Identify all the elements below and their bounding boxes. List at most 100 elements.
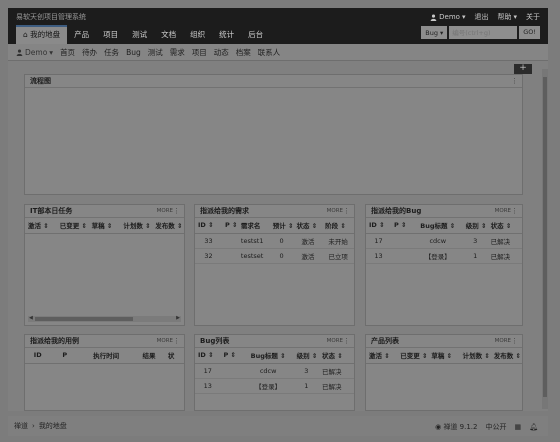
table-row[interactable]: 17 cdcw 3 已解决 bbox=[195, 363, 354, 379]
cell-title[interactable]: cdcw bbox=[412, 233, 463, 249]
column-header[interactable]: 状态 ⇕ bbox=[487, 218, 522, 234]
more-link[interactable]: MORE bbox=[327, 338, 343, 344]
column-header[interactable]: 需求名 bbox=[237, 218, 270, 234]
search-type-select[interactable]: Bug ▾ bbox=[421, 26, 448, 39]
cell-title[interactable]: cdcw bbox=[242, 363, 294, 379]
table-row[interactable]: 17 cdcw 3 已解决 bbox=[366, 233, 522, 249]
column-header[interactable]: 计划数 ⇕ bbox=[120, 218, 153, 234]
scrollbar-thumb[interactable] bbox=[35, 317, 133, 321]
cell-severity: 3 bbox=[462, 233, 488, 249]
column-header[interactable]: P ⇕ bbox=[220, 348, 243, 364]
horizontal-scrollbar[interactable]: ◀ ▶ bbox=[28, 315, 181, 322]
column-header[interactable]: ID ⇕ bbox=[366, 218, 391, 234]
column-header[interactable]: 激活 ⇕ bbox=[25, 218, 57, 234]
table-row[interactable]: 32 testset 0 激活 已立项 bbox=[195, 248, 354, 264]
subnav-item-story[interactable]: 需求 bbox=[170, 47, 185, 58]
more-options-icon[interactable]: ⋮ bbox=[511, 207, 518, 215]
column-header[interactable]: 已变更 ⇕ bbox=[56, 218, 89, 234]
column-header[interactable]: 已变更 ⇕ bbox=[397, 348, 429, 364]
breadcrumb-current[interactable]: 我的地盘 bbox=[39, 421, 67, 431]
column-header[interactable]: 状 bbox=[164, 348, 184, 364]
column-header[interactable]: 状态 ⇕ bbox=[319, 348, 354, 364]
subnav-item-contacts[interactable]: 联系人 bbox=[258, 47, 281, 58]
column-header[interactable]: ID ⇕ bbox=[195, 348, 221, 364]
more-link[interactable]: MORE bbox=[495, 208, 511, 214]
breadcrumb-home[interactable]: 禅道 bbox=[14, 421, 28, 431]
subnav-item-profile[interactable]: 档案 bbox=[236, 47, 251, 58]
column-header[interactable]: 草稿 ⇕ bbox=[88, 218, 121, 234]
scroll-left-icon[interactable]: ◀ bbox=[29, 315, 33, 321]
column-header[interactable]: 级别 ⇕ bbox=[293, 348, 319, 364]
more-options-icon[interactable]: ⋮ bbox=[511, 77, 518, 85]
more-link[interactable]: MORE bbox=[157, 338, 173, 344]
subnav-item-index[interactable]: 首页 bbox=[60, 47, 75, 58]
cell-title[interactable]: testset bbox=[237, 248, 270, 264]
cell-title[interactable]: 【登录】 bbox=[412, 248, 463, 264]
column-header[interactable]: Bug标题 ⇕ bbox=[412, 218, 463, 234]
column-header[interactable]: P ⇕ bbox=[390, 218, 413, 234]
logout-link[interactable]: 退出 bbox=[474, 12, 488, 22]
panel-title: 指派给我的需求 bbox=[200, 207, 249, 215]
table-row[interactable]: 33 testst1 0 激活 未开始 bbox=[195, 233, 354, 249]
tab-doc[interactable]: 文档 bbox=[154, 25, 183, 44]
more-options-icon[interactable]: ⋮ bbox=[173, 337, 180, 345]
user-menu[interactable]: Demo ▾ bbox=[430, 12, 465, 22]
subnav-user[interactable]: Demo ▾ bbox=[16, 48, 53, 57]
vertical-scrollbar[interactable] bbox=[542, 69, 548, 409]
column-header[interactable]: 草稿 ⇕ bbox=[428, 348, 460, 364]
search-input[interactable] bbox=[449, 26, 518, 39]
bell-icon[interactable]: 🔔︎ bbox=[529, 423, 538, 431]
table-row[interactable]: 13 【登录】 1 已解决 bbox=[366, 248, 522, 264]
column-header[interactable]: 激活 ⇕ bbox=[366, 348, 398, 364]
scroll-right-icon[interactable]: ▶ bbox=[176, 315, 180, 321]
subnav-item-testcase[interactable]: 测试 bbox=[148, 47, 163, 58]
column-header[interactable]: ID ⇕ bbox=[195, 218, 223, 234]
more-options-icon[interactable]: ⋮ bbox=[343, 207, 350, 215]
column-header[interactable]: 级别 ⇕ bbox=[462, 218, 488, 234]
version-link[interactable]: ◉ 禅道 9.1.2 bbox=[435, 422, 477, 432]
table-row[interactable]: 13 【登录】 1 已解决 bbox=[195, 378, 354, 394]
subnav-item-dynamic[interactable]: 动态 bbox=[214, 47, 229, 58]
column-header[interactable]: P ⇕ bbox=[222, 218, 238, 234]
tab-admin[interactable]: 后台 bbox=[241, 25, 270, 44]
add-block-button[interactable]: + bbox=[514, 64, 532, 74]
caret-down-icon: ▾ bbox=[513, 13, 517, 21]
column-header[interactable]: P bbox=[50, 348, 80, 364]
tab-report[interactable]: 统计 bbox=[212, 25, 241, 44]
subnav-item-task[interactable]: 任务 bbox=[104, 47, 119, 58]
qrcode-icon[interactable]: ▦ bbox=[514, 423, 521, 431]
tab-qa[interactable]: 测试 bbox=[125, 25, 154, 44]
subnav-item-project[interactable]: 项目 bbox=[192, 47, 207, 58]
tab-my[interactable]: ⌂ 我的地盘 bbox=[16, 25, 68, 44]
column-header[interactable]: Bug标题 ⇕ bbox=[242, 348, 294, 364]
help-menu[interactable]: 帮助 ▾ bbox=[497, 12, 517, 22]
column-header[interactable]: 阶段 ⇕ bbox=[322, 218, 354, 234]
column-header[interactable]: ID bbox=[25, 348, 51, 364]
subnav-item-todo[interactable]: 待办 bbox=[82, 47, 97, 58]
main-nav: ⌂ 我的地盘 产品 项目 测试 文档 组织 统计 后台 bbox=[16, 25, 270, 44]
about-link[interactable]: 关于 bbox=[526, 12, 540, 22]
subnav-item-bug[interactable]: Bug bbox=[126, 48, 141, 57]
column-header[interactable]: 状态 ⇕ bbox=[293, 218, 323, 234]
more-options-icon[interactable]: ⋮ bbox=[511, 337, 518, 345]
column-header[interactable]: 结果 bbox=[133, 348, 165, 364]
column-header[interactable]: 执行时间 bbox=[79, 348, 134, 364]
more-link[interactable]: MORE bbox=[327, 208, 343, 214]
cell-title[interactable]: testst1 bbox=[237, 233, 270, 249]
more-link[interactable]: MORE bbox=[495, 338, 511, 344]
language-switch[interactable]: 中公开 bbox=[485, 422, 506, 432]
search-go-button[interactable]: GO! bbox=[519, 26, 540, 39]
column-header[interactable]: 发布数 ⇕ bbox=[490, 348, 522, 364]
tab-company[interactable]: 组织 bbox=[183, 25, 212, 44]
scrollbar-thumb[interactable] bbox=[543, 77, 547, 397]
column-header[interactable]: 计划数 ⇕ bbox=[459, 348, 491, 364]
cell-estimate: 0 bbox=[269, 233, 294, 249]
tab-product[interactable]: 产品 bbox=[67, 25, 96, 44]
more-options-icon[interactable]: ⋮ bbox=[173, 207, 180, 215]
column-header[interactable]: 发布数 ⇕ bbox=[152, 218, 184, 234]
column-header[interactable]: 预计 ⇕ bbox=[269, 218, 294, 234]
more-options-icon[interactable]: ⋮ bbox=[343, 337, 350, 345]
cell-title[interactable]: 【登录】 bbox=[242, 378, 294, 394]
tab-project[interactable]: 项目 bbox=[96, 25, 125, 44]
more-link[interactable]: MORE bbox=[157, 208, 173, 214]
